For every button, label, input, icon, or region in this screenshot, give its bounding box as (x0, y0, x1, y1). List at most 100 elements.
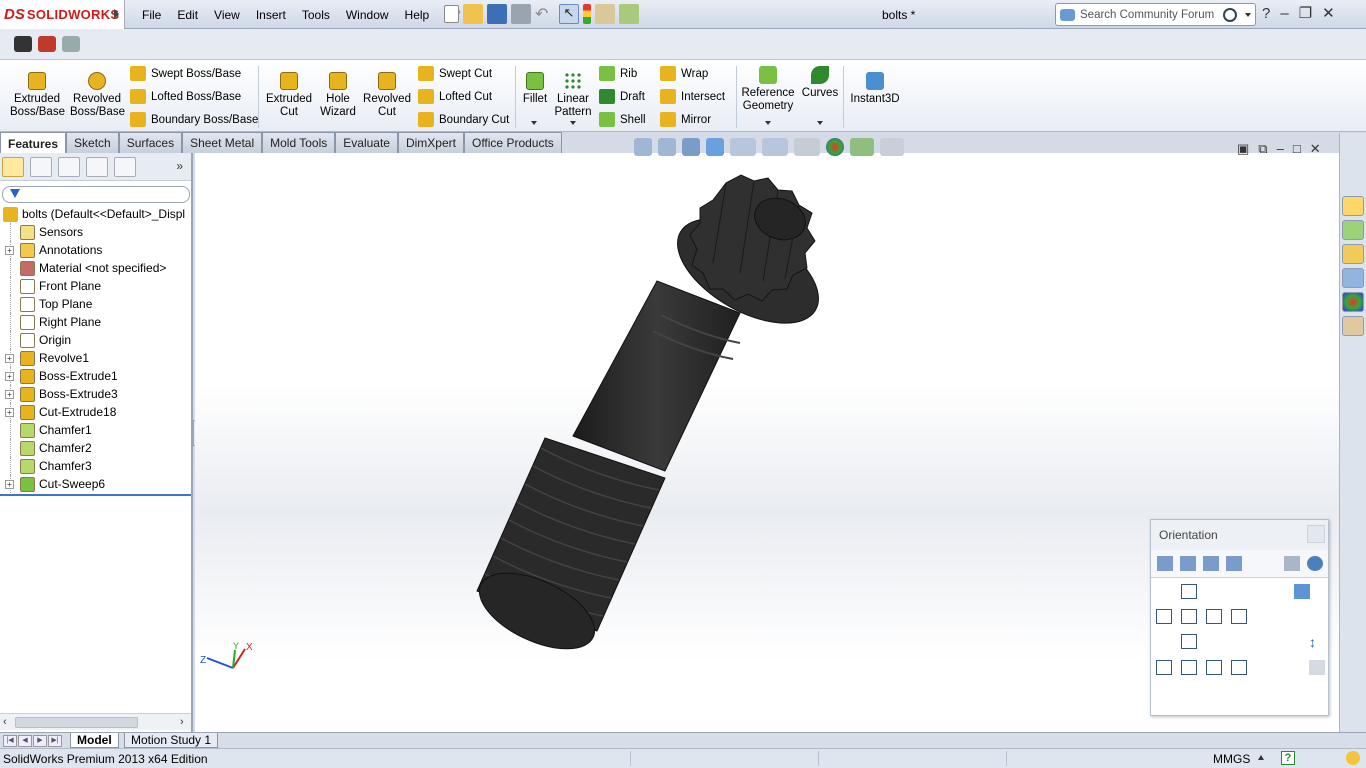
tree-item[interactable]: Chamfer3 (0, 457, 191, 475)
delete-view-icon[interactable] (1226, 556, 1242, 571)
menu-file[interactable]: File (134, 8, 169, 22)
horizontal-scrollbar[interactable]: ‹ › (0, 713, 191, 730)
photo-render-icon[interactable] (38, 36, 56, 52)
hide-show-items-icon[interactable] (794, 138, 820, 156)
search-input[interactable]: Search Community Forum (1080, 9, 1218, 21)
isometric-view-icon[interactable] (1294, 584, 1310, 599)
left-view-icon[interactable] (1156, 609, 1172, 624)
search-dropdown-icon[interactable] (1245, 12, 1251, 17)
display-manager-icon[interactable] (114, 157, 136, 177)
boundary-cut-button[interactable]: Boundary Cut (418, 112, 509, 127)
update-standard-views-icon[interactable] (1180, 556, 1196, 571)
revolved-boss-button[interactable]: Revolved Boss/Base (70, 72, 125, 119)
dimxpert-manager-icon[interactable] (86, 157, 108, 177)
first-tab-icon[interactable]: |◀ (3, 735, 17, 747)
pin-dialog-icon[interactable] (1307, 556, 1323, 571)
link-views-icon[interactable] (1309, 660, 1325, 675)
units-up-arrow-icon[interactable] (1258, 755, 1264, 760)
swept-cut-button[interactable]: Swept Cut (418, 66, 492, 81)
menu-edit[interactable]: Edit (169, 8, 206, 22)
tab-office-products[interactable]: Office Products (463, 132, 562, 153)
two-view-horizontal-icon[interactable] (1181, 660, 1197, 675)
search-icon[interactable] (1223, 7, 1237, 22)
tab-evaluate[interactable]: Evaluate (335, 132, 398, 153)
wrap-button[interactable]: Wrap (660, 66, 708, 81)
fillet-dropdown-icon[interactable] (531, 121, 537, 125)
viewport-maximize-icon[interactable]: □ (1293, 141, 1301, 157)
appearances-scenes-icon[interactable] (1342, 292, 1364, 312)
close-icon[interactable]: ✕ (1322, 4, 1335, 22)
view-orientation-icon[interactable] (730, 138, 756, 156)
four-view-icon[interactable] (1231, 660, 1247, 675)
scrollbar-thumb[interactable] (15, 717, 138, 728)
expand-icon[interactable]: + (5, 246, 14, 255)
viewport-tile-icon[interactable]: ▣ (1237, 141, 1249, 157)
tree-item[interactable]: + Cut-Extrude18 (0, 403, 191, 421)
viewport-restore-icon[interactable]: ⧉ (1258, 141, 1267, 157)
tree-item[interactable]: Origin (0, 331, 191, 349)
next-tab-icon[interactable]: ▶ (33, 735, 47, 747)
top-view-icon[interactable] (1181, 584, 1197, 599)
expand-icon[interactable]: + (5, 354, 14, 363)
apply-scene-icon[interactable] (850, 138, 874, 156)
file-properties-icon[interactable] (595, 4, 615, 24)
curves-dropdown-icon[interactable] (817, 121, 823, 125)
tree-item[interactable]: Chamfer1 (0, 421, 191, 439)
open-folder-icon[interactable] (463, 4, 483, 24)
new-document-icon[interactable] (444, 5, 459, 23)
boundary-boss-button[interactable]: Boundary Boss/Base (130, 112, 258, 127)
quick-tips-help-icon[interactable]: ? (1281, 751, 1295, 765)
expand-icon[interactable]: + (5, 408, 14, 417)
tab-sketch[interactable]: Sketch (66, 132, 119, 153)
tab-model[interactable]: Model (70, 733, 119, 748)
more-tabs-icon[interactable]: » (176, 159, 183, 173)
previous-tab-icon[interactable]: ◀ (18, 735, 32, 747)
tree-item[interactable]: Right Plane (0, 313, 191, 331)
camera-icon[interactable] (14, 36, 32, 52)
zoom-to-area-icon[interactable] (658, 138, 676, 156)
zoom-to-fit-icon[interactable] (634, 138, 652, 156)
tab-mold-tools[interactable]: Mold Tools (262, 132, 336, 153)
menu-insert[interactable]: Insert (248, 8, 294, 22)
flyout-arrow-icon[interactable] (114, 9, 119, 19)
new-view-icon[interactable] (1157, 556, 1173, 571)
solidworks-logo-button[interactable]: DS SOLIDWORKS (0, 0, 125, 29)
tree-item[interactable]: + Boss-Extrude3 (0, 385, 191, 403)
intersect-button[interactable]: Intersect (660, 89, 725, 104)
scroll-left-icon[interactable]: ‹ (3, 716, 7, 728)
menu-tools[interactable]: Tools (294, 8, 338, 22)
reset-standard-views-icon[interactable] (1203, 556, 1219, 571)
rebuild-traffic-light-icon[interactable] (583, 4, 591, 24)
view-settings-icon[interactable] (880, 138, 904, 156)
tab-surfaces[interactable]: Surfaces (118, 132, 183, 153)
feature-manager-tree-icon[interactable] (2, 157, 24, 177)
expand-icon[interactable]: + (5, 372, 14, 381)
tab-features[interactable]: Features (0, 132, 67, 154)
extruded-boss-button[interactable]: Extruded Boss/Base (10, 72, 65, 119)
menu-view[interactable]: View (206, 8, 248, 22)
design-library-icon[interactable] (1342, 220, 1364, 240)
front-view-icon[interactable] (1181, 609, 1197, 624)
tree-item[interactable]: Material <not specified> (0, 259, 191, 277)
tree-item[interactable]: Top Plane (0, 295, 191, 313)
tree-root-part[interactable]: bolts (Default<<Default>_Displ (0, 205, 191, 223)
reference-geometry-dropdown-icon[interactable] (765, 121, 771, 125)
restore-icon[interactable]: ❐ (1299, 4, 1312, 22)
units-selector[interactable]: MMGS (1213, 752, 1250, 766)
extruded-cut-button[interactable]: Extruded Cut (263, 72, 315, 119)
file-explorer-icon[interactable] (1342, 244, 1364, 264)
normal-to-icon[interactable]: ↕ (1309, 634, 1325, 650)
orientation-close-icon[interactable] (1307, 525, 1325, 543)
help-icon[interactable]: ? (1262, 5, 1270, 22)
shell-button[interactable]: Shell (599, 112, 646, 127)
options-icon[interactable] (619, 4, 639, 24)
fillet-button[interactable]: Fillet (520, 72, 550, 106)
tab-dimxpert[interactable]: DimXpert (397, 132, 464, 153)
tree-item[interactable]: + Boss-Extrude1 (0, 367, 191, 385)
tree-item[interactable]: + Annotations (0, 241, 191, 259)
previous-view-icon[interactable] (682, 138, 700, 156)
reference-geometry-button[interactable]: Reference Geometry (740, 66, 796, 113)
search-box[interactable]: Search Community Forum (1055, 3, 1256, 26)
tree-filter-input[interactable] (2, 186, 190, 203)
render-tools-icon[interactable] (62, 36, 80, 52)
